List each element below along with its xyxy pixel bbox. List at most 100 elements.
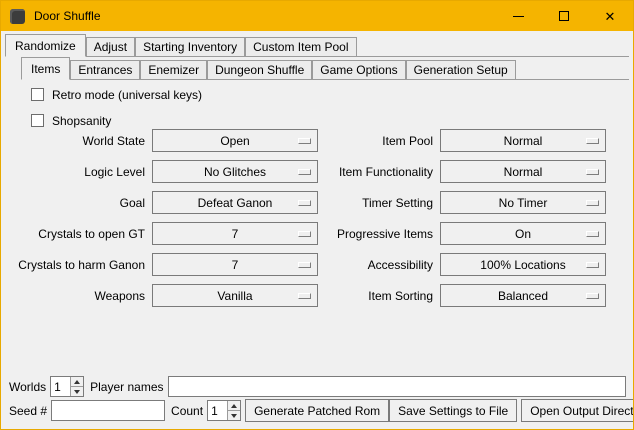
spinner-buttons — [70, 377, 83, 396]
logic-level-label: Logic Level — [9, 165, 145, 179]
world-state-label: World State — [9, 134, 145, 148]
item-sorting-label: Item Sorting — [325, 289, 433, 303]
dropdown-value: Open — [220, 134, 249, 148]
progressive-items-label: Progressive Items — [325, 227, 433, 241]
spinner-down-icon — [74, 390, 80, 394]
generate-patched-rom-button[interactable]: Generate Patched Rom — [245, 399, 389, 422]
dropdown-indicator-icon — [298, 231, 311, 237]
item-functionality-label: Item Functionality — [325, 165, 433, 179]
tab-game-options[interactable]: Game Options — [312, 60, 405, 80]
player-names-input[interactable] — [168, 376, 627, 397]
settings-grid: World State Open Item Pool Normal Logic … — [9, 129, 606, 307]
spinner-buttons — [227, 401, 240, 420]
dropdown-value: 7 — [232, 258, 239, 272]
crystals-ganon-dropdown[interactable]: 7 — [152, 253, 318, 276]
checkbox-indicator[interactable] — [31, 114, 44, 127]
tab-generation-setup[interactable]: Generation Setup — [406, 60, 516, 80]
spinner-down-icon — [231, 414, 237, 418]
player-names-label: Player names — [90, 380, 163, 394]
tab-starting-inventory[interactable]: Starting Inventory — [135, 37, 245, 57]
spinner-up-icon — [231, 404, 237, 408]
timer-setting-label: Timer Setting — [325, 196, 433, 210]
count-label: Count — [171, 404, 203, 418]
tab-items[interactable]: Items — [21, 57, 70, 80]
item-pool-label: Item Pool — [325, 134, 433, 148]
dropdown-value: Balanced — [498, 289, 548, 303]
dropdown-value: Vanilla — [217, 289, 252, 303]
tab-custom-item-pool[interactable]: Custom Item Pool — [245, 37, 356, 57]
worlds-stepper[interactable] — [50, 376, 84, 397]
dropdown-indicator-icon — [586, 293, 599, 299]
worlds-input[interactable] — [51, 377, 70, 396]
close-icon: ✕ — [605, 10, 616, 23]
tab-dungeon-shuffle[interactable]: Dungeon Shuffle — [207, 60, 312, 80]
dropdown-indicator-icon — [586, 200, 599, 206]
maximize-icon — [559, 11, 569, 21]
save-settings-button[interactable]: Save Settings to File — [389, 399, 517, 422]
worlds-increment-button[interactable] — [71, 377, 83, 386]
window-body: Randomize Adjust Starting Inventory Cust… — [1, 31, 633, 429]
seed-row: Seed # Count Generate Patched Rom Save S… — [9, 399, 626, 422]
titlebar[interactable]: Door Shuffle ✕ — [1, 1, 633, 31]
tab-adjust[interactable]: Adjust — [86, 37, 135, 57]
dropdown-indicator-icon — [298, 293, 311, 299]
minimize-icon — [513, 16, 524, 17]
goal-dropdown[interactable]: Defeat Ganon — [152, 191, 318, 214]
dropdown-value: Defeat Ganon — [198, 196, 273, 210]
crystals-gt-dropdown[interactable]: 7 — [152, 222, 318, 245]
spinner-up-icon — [74, 380, 80, 384]
item-pool-dropdown[interactable]: Normal — [440, 129, 606, 152]
open-output-directory-button[interactable]: Open Output Directory — [521, 399, 634, 422]
dropdown-indicator-icon — [298, 262, 311, 268]
count-input[interactable] — [208, 401, 227, 420]
minimize-button[interactable] — [495, 1, 541, 31]
app-icon — [10, 9, 25, 24]
seed-input[interactable] — [51, 400, 165, 421]
goal-label: Goal — [9, 196, 145, 210]
seed-label: Seed # — [9, 404, 47, 418]
dropdown-value: No Glitches — [204, 165, 266, 179]
retro-mode-checkbox[interactable]: Retro mode (universal keys) — [31, 87, 202, 102]
weapons-dropdown[interactable]: Vanilla — [152, 284, 318, 307]
item-sorting-dropdown[interactable]: Balanced — [440, 284, 606, 307]
dropdown-value: 7 — [232, 227, 239, 241]
dropdown-value: On — [515, 227, 531, 241]
count-stepper[interactable] — [207, 400, 241, 421]
logic-level-dropdown[interactable]: No Glitches — [152, 160, 318, 183]
checkbox-indicator[interactable] — [31, 88, 44, 101]
worlds-decrement-button[interactable] — [71, 386, 83, 396]
dropdown-value: No Timer — [499, 196, 548, 210]
dropdown-indicator-icon — [586, 231, 599, 237]
crystals-ganon-label: Crystals to harm Ganon — [9, 258, 145, 272]
worlds-row: Worlds Player names — [9, 376, 626, 397]
dropdown-indicator-icon — [298, 138, 311, 144]
count-decrement-button[interactable] — [228, 410, 240, 420]
dropdown-indicator-icon — [586, 169, 599, 175]
weapons-label: Weapons — [9, 289, 145, 303]
accessibility-label: Accessibility — [325, 258, 433, 272]
tab-enemizer[interactable]: Enemizer — [140, 60, 207, 80]
close-button[interactable]: ✕ — [587, 1, 633, 31]
maximize-button[interactable] — [541, 1, 587, 31]
timer-setting-dropdown[interactable]: No Timer — [440, 191, 606, 214]
shopsanity-checkbox[interactable]: Shopsanity — [31, 113, 111, 128]
dropdown-indicator-icon — [298, 200, 311, 206]
crystals-gt-label: Crystals to open GT — [9, 227, 145, 241]
world-state-dropdown[interactable]: Open — [152, 129, 318, 152]
checkbox-label: Retro mode (universal keys) — [52, 88, 202, 102]
dropdown-indicator-icon — [586, 138, 599, 144]
count-increment-button[interactable] — [228, 401, 240, 410]
app-window: Door Shuffle ✕ Randomize Adjust Starting… — [0, 0, 634, 430]
dropdown-value: 100% Locations — [480, 258, 565, 272]
dropdown-indicator-icon — [586, 262, 599, 268]
main-tab-bar: Randomize Adjust Starting Inventory Cust… — [5, 34, 629, 57]
dropdown-indicator-icon — [298, 169, 311, 175]
checkbox-label: Shopsanity — [52, 114, 111, 128]
dropdown-value: Normal — [504, 134, 543, 148]
tab-randomize[interactable]: Randomize — [5, 34, 86, 57]
accessibility-dropdown[interactable]: 100% Locations — [440, 253, 606, 276]
sub-tab-bar: Items Entrances Enemizer Dungeon Shuffle… — [21, 57, 629, 80]
item-functionality-dropdown[interactable]: Normal — [440, 160, 606, 183]
progressive-items-dropdown[interactable]: On — [440, 222, 606, 245]
tab-entrances[interactable]: Entrances — [70, 60, 140, 80]
